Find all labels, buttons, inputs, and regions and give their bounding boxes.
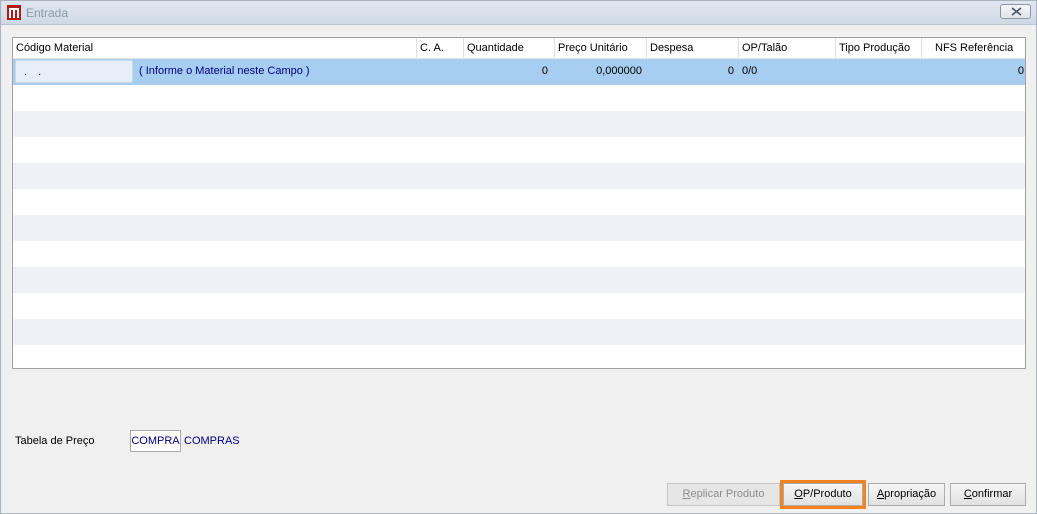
- empty-row: [13, 189, 1025, 215]
- replicar-produto-button[interactable]: Replicar Produto: [667, 483, 780, 506]
- empty-row: [13, 345, 1025, 368]
- col-ca[interactable]: C. A.: [417, 38, 464, 58]
- title-bar: Entrada: [1, 1, 1036, 25]
- col-tipo-producao[interactable]: Tipo Produção: [836, 38, 922, 58]
- quantidade-cell[interactable]: 0: [464, 59, 548, 83]
- app-logo-icon: [7, 5, 21, 20]
- empty-row: [13, 137, 1025, 163]
- grid-header: Código Material C. A. Quantidade Preço U…: [13, 38, 1025, 59]
- codigo-material-cell[interactable]: . .: [15, 60, 133, 83]
- confirmar-accel: C: [963, 488, 972, 500]
- close-button[interactable]: [1000, 4, 1031, 19]
- empty-row: [13, 163, 1025, 189]
- despesa-cell[interactable]: 0: [647, 59, 734, 83]
- empty-row: [13, 111, 1025, 137]
- preco-unitario-cell[interactable]: 0,000000: [555, 59, 642, 83]
- apropriacao-label: propriação: [884, 488, 937, 500]
- tipo-producao-cell[interactable]: [836, 59, 922, 83]
- col-preco-unitario[interactable]: Preço Unitário: [555, 38, 647, 58]
- tabela-preco-description: COMPRAS: [184, 435, 240, 447]
- close-icon: [1011, 7, 1022, 16]
- col-op-talao[interactable]: OP/Talão: [739, 38, 836, 58]
- op-produto-accel: O: [794, 488, 803, 500]
- col-codigo-material[interactable]: Código Material: [13, 38, 417, 58]
- nfs-referencia-cell[interactable]: 0: [922, 59, 1024, 83]
- table-row[interactable]: . . ( Informe o Material neste Campo ) 0…: [13, 59, 1025, 85]
- empty-row: [13, 85, 1025, 111]
- op-talao-cell[interactable]: 0/0: [742, 59, 836, 83]
- entrada-window: Entrada Código Material C. A. Quantidade…: [0, 0, 1037, 514]
- apropriacao-button[interactable]: Apropriação: [868, 483, 945, 506]
- op-produto-label: P/Produto: [802, 488, 852, 500]
- tabela-preco-input[interactable]: COMPRA: [130, 430, 181, 452]
- col-quantidade[interactable]: Quantidade: [464, 38, 555, 58]
- col-despesa[interactable]: Despesa: [647, 38, 739, 58]
- col-nfs-referencia[interactable]: NFS Referência: [922, 38, 1025, 58]
- empty-row: [13, 267, 1025, 293]
- material-hint-text: ( Informe o Material neste Campo ): [139, 65, 310, 77]
- empty-row: [13, 241, 1025, 267]
- materials-grid[interactable]: Código Material C. A. Quantidade Preço U…: [12, 37, 1026, 369]
- window-title: Entrada: [26, 6, 69, 20]
- confirmar-button[interactable]: Confirmar: [950, 483, 1026, 506]
- empty-row: [13, 215, 1025, 241]
- op-produto-button[interactable]: OP/Produto: [780, 480, 866, 509]
- tabela-preco-label: Tabela de Preço: [15, 435, 95, 447]
- replicar-label: eplicar Produto: [690, 488, 765, 500]
- empty-row: [13, 293, 1025, 319]
- ca-cell[interactable]: [417, 59, 464, 83]
- confirmar-label: onfirmar: [971, 488, 1013, 500]
- empty-row: [13, 319, 1025, 345]
